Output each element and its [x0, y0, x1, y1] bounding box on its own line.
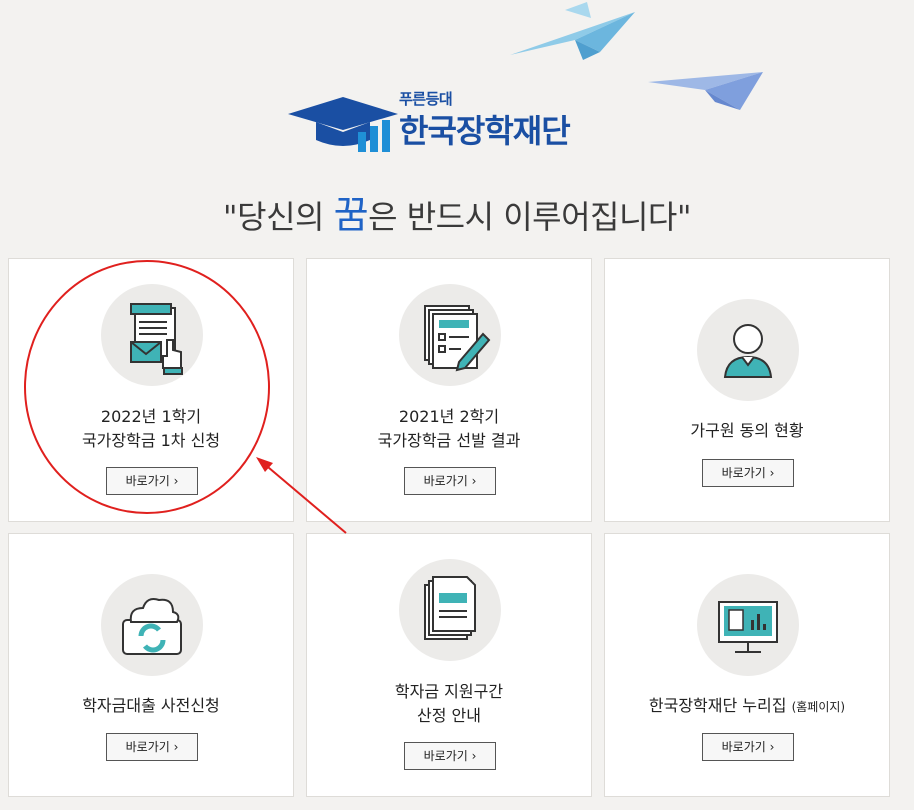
card-support-bracket[interactable]: 학자금 지원구간 산정 안내 바로가기 › — [306, 533, 592, 797]
card-title: 학자금대출 사전신청 — [9, 694, 293, 718]
graduation-cap-logo-icon — [288, 97, 398, 152]
card-title-line1: 한국장학재단 누리집 — [648, 696, 787, 715]
document-envelope-click-icon — [130, 303, 183, 375]
card-title-line1: 학자금 지원구간 — [394, 682, 504, 701]
card-title: 한국장학재단 누리집 (홈페이지) — [605, 694, 889, 719]
person-icon — [723, 324, 773, 378]
card-scholarship-apply[interactable]: 2022년 1학기 국가장학금 1차 신청 바로가기 › — [8, 258, 294, 522]
slogan-emphasis: 꿈 — [333, 193, 369, 237]
slogan-before: "당신의 — [222, 198, 334, 236]
documents-pencil-icon — [424, 305, 491, 372]
card-scholarship-result[interactable]: 2021년 2학기 국가장학금 선발 결과 바로가기 › — [306, 258, 592, 522]
card-icon-circle — [399, 559, 501, 661]
card-title-line1: 2022년 1학기 — [100, 407, 202, 426]
card-title-line2: 국가장학금 1차 신청 — [81, 431, 221, 450]
goto-button[interactable]: 바로가기 › — [404, 467, 496, 495]
card-title-line1: 2021년 2학기 — [398, 407, 500, 426]
card-title: 2021년 2학기 국가장학금 선발 결과 — [307, 405, 591, 453]
paper-plane-icon — [510, 2, 635, 60]
card-icon-circle — [101, 284, 203, 386]
card-title-line2: 산정 안내 — [417, 706, 481, 725]
goto-button[interactable]: 바로가기 › — [106, 733, 198, 761]
card-title-line2: 국가장학금 선발 결과 — [377, 431, 521, 450]
card-title: 학자금 지원구간 산정 안내 — [307, 680, 591, 728]
card-homepage[interactable]: 한국장학재단 누리집 (홈페이지) 바로가기 › — [604, 533, 890, 797]
goto-button[interactable]: 바로가기 › — [702, 459, 794, 487]
card-icon-circle — [399, 284, 501, 386]
card-icon-circle — [697, 299, 799, 401]
card-title: 가구원 동의 현황 — [605, 419, 889, 443]
cloud-sync-device-icon — [122, 598, 182, 655]
slogan: "당신의 꿈은 반드시 이루어집니다" — [0, 184, 914, 239]
card-household-consent[interactable]: 가구원 동의 현황 바로가기 › — [604, 258, 890, 522]
card-icon-circle — [697, 574, 799, 676]
card-title: 2022년 1학기 국가장학금 1차 신청 — [9, 405, 293, 453]
card-title-line1: 학자금대출 사전신청 — [82, 696, 220, 715]
card-title-line1: 가구원 동의 현황 — [690, 421, 804, 440]
slogan-after: 은 반드시 이루어집니다" — [368, 198, 692, 236]
goto-button[interactable]: 바로가기 › — [106, 467, 198, 495]
logo-title: 한국장학재단 — [399, 112, 571, 150]
monitor-chart-icon — [718, 601, 778, 653]
card-title-suffix: (홈페이지) — [791, 700, 846, 714]
documents-stack-icon — [424, 576, 476, 640]
paper-plane-icon — [648, 72, 763, 110]
card-icon-circle — [101, 574, 203, 676]
kosaf-logo[interactable]: 푸른등대 한국장학재단 — [288, 88, 598, 158]
goto-button[interactable]: 바로가기 › — [404, 742, 496, 770]
goto-button[interactable]: 바로가기 › — [702, 733, 794, 761]
card-loan-preapply[interactable]: 학자금대출 사전신청 바로가기 › — [8, 533, 294, 797]
